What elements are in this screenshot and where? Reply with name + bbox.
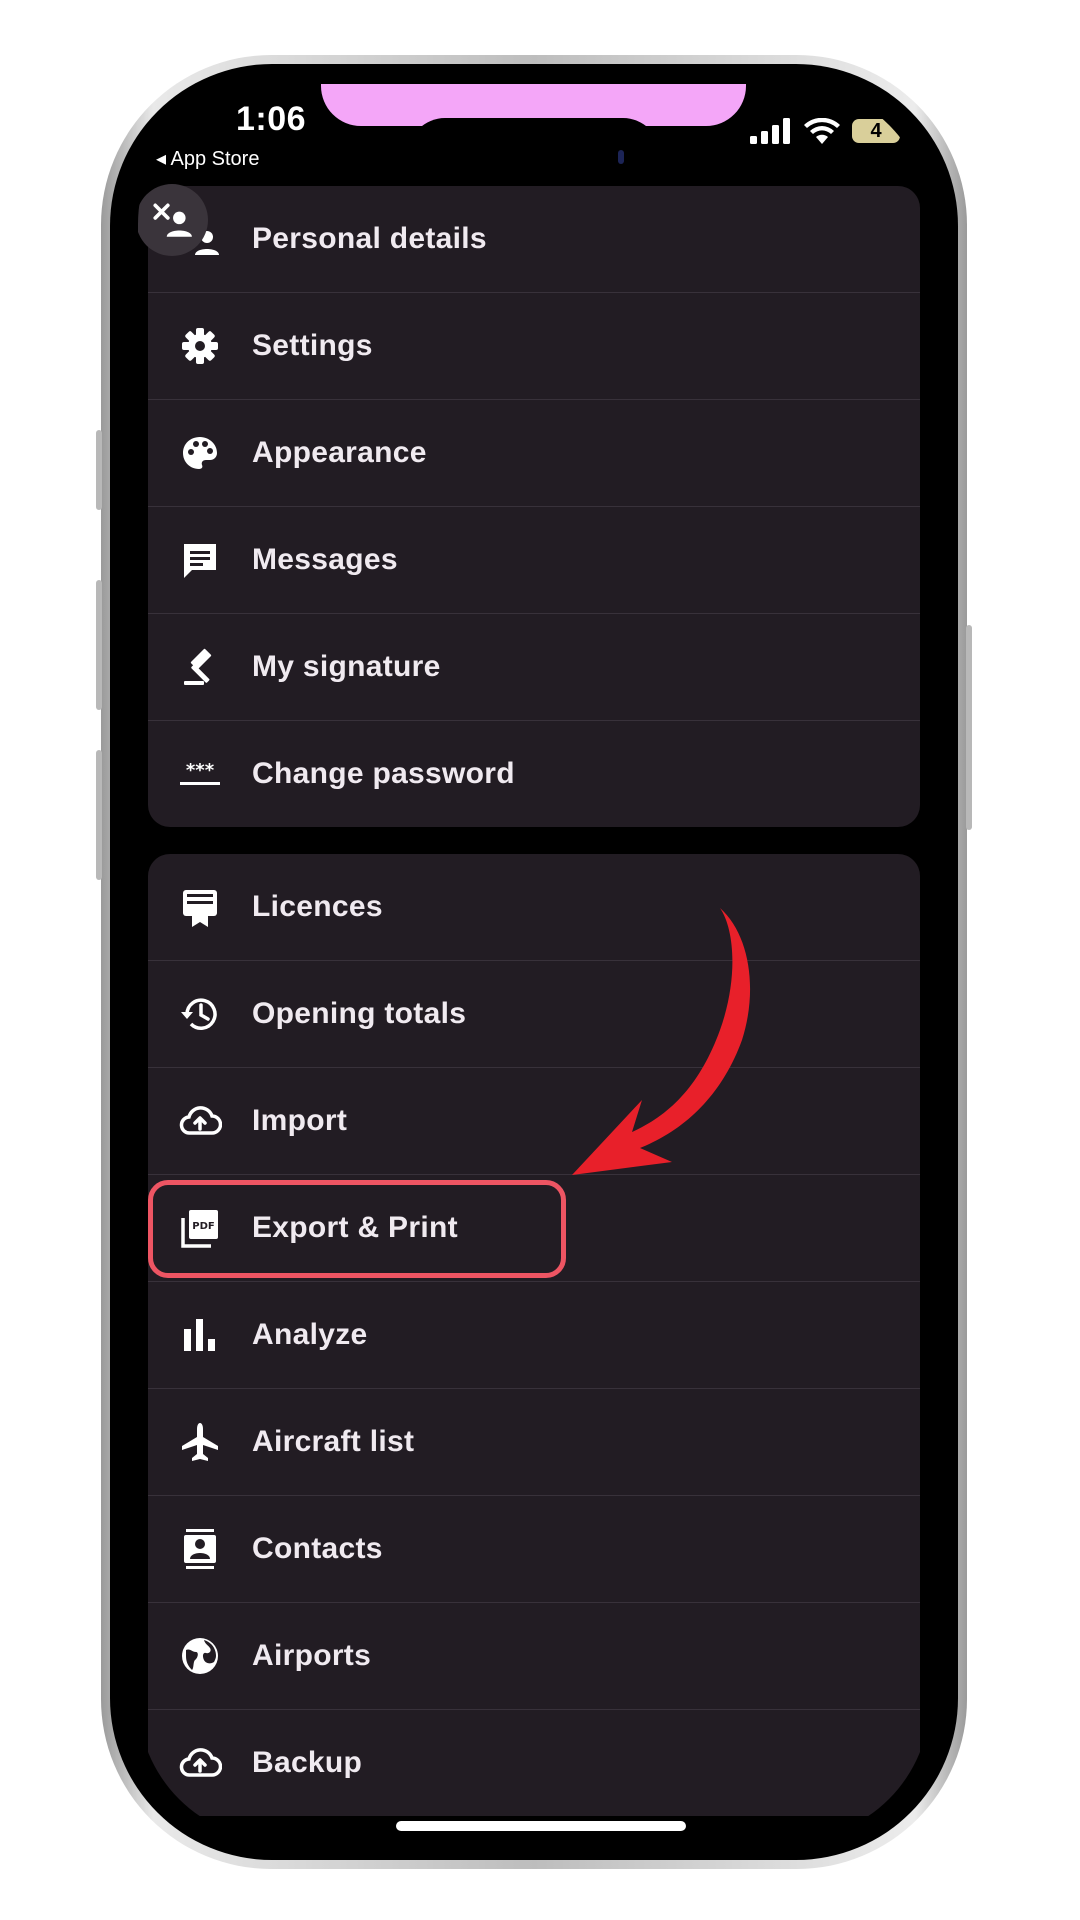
signal-icon (750, 118, 790, 144)
gear-icon (178, 324, 222, 368)
highlight-box (148, 1180, 566, 1278)
menu-item-label: Import (252, 1104, 348, 1137)
menu-item-opening-totals[interactable]: Opening totals (148, 961, 920, 1068)
phone-side-button (96, 430, 102, 510)
menu-item-aircraft-list[interactable]: Aircraft list (148, 1389, 920, 1496)
battery-level: 4 (870, 119, 882, 142)
message-icon (178, 538, 222, 582)
password-icon: *** (178, 752, 222, 796)
home-indicator[interactable] (396, 1821, 686, 1831)
cloud-upload-icon (178, 1099, 222, 1143)
dynamic-island (408, 118, 660, 192)
menu-item-label: Airports (252, 1639, 372, 1672)
menu-group-account: Personal details Settings Appearance Mes… (148, 186, 920, 827)
history-icon (178, 992, 222, 1036)
gavel-icon (178, 645, 222, 689)
menu-item-contacts[interactable]: Contacts (148, 1496, 920, 1603)
back-to-app-store[interactable]: ◂ App Store (156, 146, 259, 171)
menu-item-label: Personal details (252, 222, 487, 255)
menu-item-label: Opening totals (252, 997, 467, 1030)
cloud-backup-icon (178, 1741, 222, 1785)
phone-power-button (966, 625, 972, 830)
menu-item-label: Appearance (252, 436, 427, 469)
menu-item-licences[interactable]: Licences (148, 854, 920, 961)
red-arrow-annotation (572, 908, 751, 1175)
battery-indicator: 4 (852, 119, 905, 143)
phone-volume-up (96, 580, 102, 710)
bar-chart-icon (178, 1313, 222, 1357)
menu-group-data: Licences Opening totals Import PDF Expor… (148, 854, 920, 1816)
close-person-icon (153, 203, 192, 237)
menu-item-backup[interactable]: Backup (148, 1710, 920, 1816)
menu-item-messages[interactable]: Messages (148, 507, 920, 614)
svg-text:***: *** (186, 760, 215, 781)
menu-item-label: Change password (252, 757, 515, 790)
status-icons: 4 (750, 118, 905, 144)
menu-item-change-password[interactable]: *** Change password (148, 721, 920, 827)
menu-item-label: Contacts (252, 1532, 383, 1565)
menu-item-label: Aircraft list (252, 1425, 415, 1458)
menu-item-label: Licences (252, 890, 383, 923)
menu-item-airports[interactable]: Airports (148, 1603, 920, 1710)
phone-volume-down (96, 750, 102, 880)
palette-icon (178, 431, 222, 475)
menu-item-label: Settings (252, 329, 373, 362)
menu-item-import[interactable]: Import (148, 1068, 920, 1175)
close-button[interactable] (138, 184, 208, 256)
menu-item-settings[interactable]: Settings (148, 293, 920, 400)
menu-item-label: Messages (252, 543, 398, 576)
menu-item-my-signature[interactable]: My signature (148, 614, 920, 721)
globe-icon (178, 1634, 222, 1678)
menu-item-personal-details[interactable]: Personal details (148, 186, 920, 293)
airplane-icon (178, 1420, 222, 1464)
contacts-icon (178, 1527, 222, 1571)
menu-item-appearance[interactable]: Appearance (148, 400, 920, 507)
menu-item-analyze[interactable]: Analyze (148, 1282, 920, 1389)
menu-item-label: My signature (252, 650, 441, 683)
phone-screen: 1:06 ◂ App Store 4 Personal details Sett… (138, 84, 930, 1840)
menu-item-label: Analyze (252, 1318, 368, 1351)
wifi-icon (804, 118, 840, 144)
status-time: 1:06 (236, 100, 307, 138)
licence-icon (178, 885, 222, 929)
menu-item-label: Backup (252, 1746, 363, 1779)
